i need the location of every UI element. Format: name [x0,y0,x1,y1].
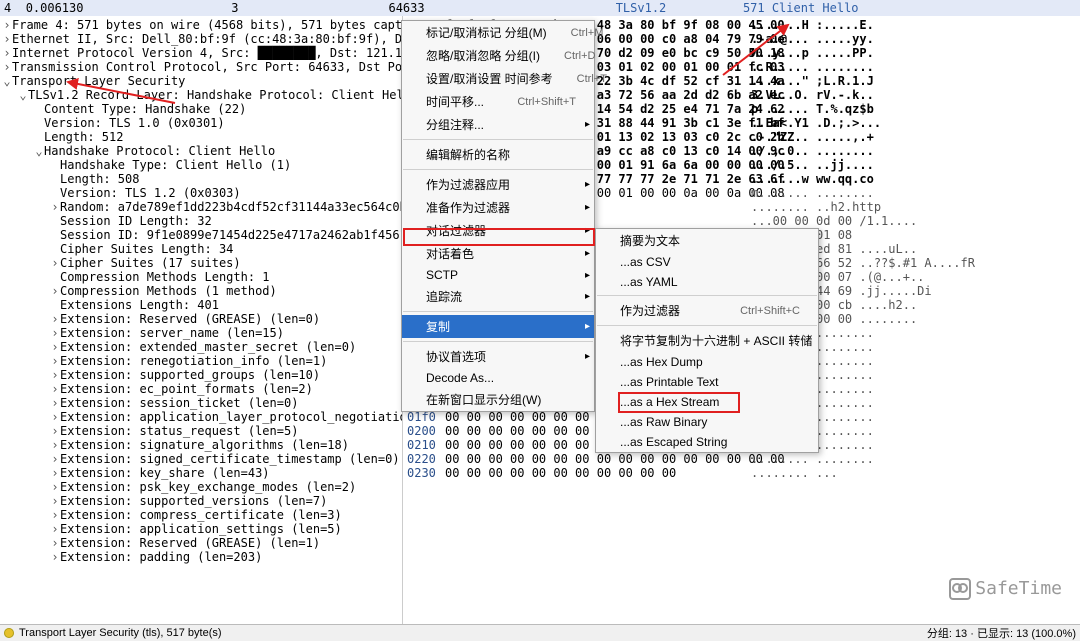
tree-row[interactable]: ›Extension: Reserved (GREASE) (len=0) [2,312,402,326]
tree-row[interactable]: Version: TLS 1.0 (0x0301) [2,116,402,130]
tree-row[interactable]: ›Extension: status_request (len=5) [2,424,402,438]
tree-row[interactable]: ›Extension: server_name (len=15) [2,326,402,340]
menu-item[interactable]: 追踪流▸ [402,285,594,308]
tree-row[interactable]: ›Extension: padding (len=203) [2,550,402,564]
menu-item[interactable]: 对话过滤器▸ [402,219,594,242]
tree-row[interactable]: ›Extension: application_settings (len=5) [2,522,402,536]
copy-submenu[interactable]: 摘要为文本...as CSV...as YAML 作为过滤器Ctrl+Shift+… [595,228,819,453]
status-left: Transport Layer Security (tls), 517 byte… [19,627,222,639]
tree-row[interactable]: ›Extension: renegotiation_info (len=1) [2,354,402,368]
menu-item[interactable]: 忽略/取消忽略 分组(I)Ctrl+D [402,44,594,67]
watermark-logo: SafeTime [949,578,1062,600]
menu-item[interactable]: 摘要为文本 [596,229,818,252]
tree-row[interactable]: ›Extension: session_ticket (len=0) [2,396,402,410]
menu-item[interactable]: ...as a Hex Stream [596,392,818,412]
menu-item[interactable]: ...as Raw Binary [596,412,818,432]
tree-row[interactable]: ›Transmission Control Protocol, Src Port… [2,60,402,74]
tree-row[interactable]: Session ID: 9f1e0899e71454d225e4717a2462… [2,228,402,242]
menu-item[interactable]: 分组注释...▸ [402,113,594,136]
tree-row[interactable]: ›Extension: extended_master_secret (len=… [2,340,402,354]
menu-item[interactable]: SCTP▸ [402,265,594,285]
tree-row[interactable]: ›Compression Methods (1 method) [2,284,402,298]
hex-row[interactable]: 022000 00 00 00 00 00 00 00 00 00 00 00 … [407,452,1076,466]
tree-row[interactable]: Compression Methods Length: 1 [2,270,402,284]
tree-row[interactable]: Version: TLS 1.2 (0x0303) [2,186,402,200]
status-bar: Transport Layer Security (tls), 517 byte… [0,624,1080,641]
tree-row[interactable]: ›Frame 4: 571 bytes on wire (4568 bits),… [2,18,402,32]
menu-item[interactable]: ...as CSV [596,252,818,272]
tree-row[interactable]: ›Extension: supported_groups (len=10) [2,368,402,382]
menu-item[interactable]: 准备作为过滤器▸ [402,196,594,219]
packet-details-tree[interactable]: ›Frame 4: 571 bytes on wire (4568 bits),… [0,16,403,624]
menu-item[interactable]: 时间平移...Ctrl+Shift+T [402,90,594,113]
tree-row[interactable]: ›Extension: application_layer_protocol_n… [2,410,402,424]
tree-row[interactable]: ›Extension: signed_certificate_timestamp… [2,452,402,466]
tree-row[interactable]: ⌄TLSv1.2 Record Layer: Handshake Protoco… [2,88,402,102]
tree-row[interactable]: ›Random: a7de789ef1dd223b4cdf52cf31144a3… [2,200,402,214]
menu-item[interactable]: 将字节复制为十六进制 + ASCII 转储 [596,329,818,352]
tree-row[interactable]: Content Type: Handshake (22) [2,102,402,116]
tree-row[interactable]: Handshake Type: Client Hello (1) [2,158,402,172]
status-right: 分组: 13 · 已显示: 13 (100.0%) [927,625,1076,641]
menu-item[interactable]: ...as Escaped String [596,432,818,452]
tree-row[interactable]: ›Extension: supported_versions (len=7) [2,494,402,508]
menu-item[interactable]: 设置/取消设置 时间参考Ctrl+T [402,67,594,90]
tree-row[interactable]: ›Extension: ec_point_formats (len=2) [2,382,402,396]
menu-item[interactable]: 作为过滤器Ctrl+Shift+C [596,299,818,322]
menu-item[interactable]: 复制▸ [402,315,594,338]
menu-item[interactable]: Decode As... [402,368,594,388]
menu-item[interactable]: 对话着色▸ [402,242,594,265]
menu-item[interactable]: ...as YAML [596,272,818,292]
tree-row[interactable]: ›Extension: signature_algorithms (len=18… [2,438,402,452]
tree-row[interactable]: ›Internet Protocol Version 4, Src: █████… [2,46,402,60]
tree-row[interactable]: ›Extension: compress_certificate (len=3) [2,508,402,522]
hex-row[interactable]: 023000 00 00 00 00 00 00 00 00 00 00....… [407,466,1076,480]
tree-row[interactable]: ⌄Handshake Protocol: Client Hello [2,144,402,158]
menu-item[interactable]: 协议首选项▸ [402,345,594,368]
tree-row[interactable]: Extensions Length: 401 [2,298,402,312]
tree-row[interactable]: Session ID Length: 32 [2,214,402,228]
tree-row[interactable]: ›Extension: Reserved (GREASE) (len=1) [2,536,402,550]
tree-row[interactable]: Length: 508 [2,172,402,186]
tree-row[interactable]: Length: 512 [2,130,402,144]
menu-item[interactable]: 编辑解析的名称 [402,143,594,166]
tree-row[interactable]: ›Cipher Suites (17 suites) [2,256,402,270]
status-dot-icon [4,628,14,638]
context-menu[interactable]: 标记/取消标记 分组(M)Ctrl+M忽略/取消忽略 分组(I)Ctrl+D设置… [401,20,595,412]
tree-row[interactable]: Cipher Suites Length: 34 [2,242,402,256]
tree-row[interactable]: ⌄Transport Layer Security [2,74,402,88]
menu-item[interactable]: 作为过滤器应用▸ [402,173,594,196]
tree-row[interactable]: ›Extension: psk_key_exchange_modes (len=… [2,480,402,494]
menu-item[interactable]: 在新窗口显示分组(W) [402,388,594,411]
packet-list-row[interactable]: 4 0.006130 3 64633 TLSv1.2 571 Client He… [0,0,1080,16]
tree-row[interactable]: ›Extension: key_share (len=43) [2,466,402,480]
menu-item[interactable]: ...as Hex Dump [596,352,818,372]
menu-item[interactable]: 标记/取消标记 分组(M)Ctrl+M [402,21,594,44]
tree-row[interactable]: ›Ethernet II, Src: Dell_80:bf:9f (cc:48:… [2,32,402,46]
menu-item[interactable]: ...as Printable Text [596,372,818,392]
